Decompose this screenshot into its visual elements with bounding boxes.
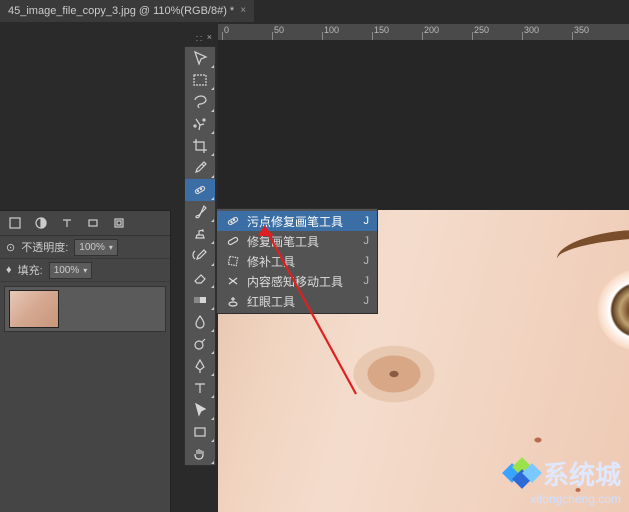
- close-icon[interactable]: ×: [240, 0, 246, 22]
- opacity-value-dropdown[interactable]: 100%▾: [74, 239, 118, 256]
- document-tab-title: 45_image_file_copy_3.jpg @ 110%(RGB/8#) …: [8, 0, 234, 22]
- chevron-down-icon: ▾: [83, 266, 87, 275]
- pen-tool[interactable]: [185, 355, 215, 377]
- plus-eye-icon: [225, 293, 241, 309]
- shape-filter-icon[interactable]: [82, 214, 104, 232]
- image-detail-eyebrow: [555, 225, 629, 264]
- lasso-tool[interactable]: [185, 91, 215, 113]
- rectangle-tool[interactable]: [185, 421, 215, 443]
- eyedropper-tool[interactable]: [185, 157, 215, 179]
- path-selection-tool[interactable]: [185, 399, 215, 421]
- clone-stamp-tool[interactable]: [185, 223, 215, 245]
- lock-icon[interactable]: ♦: [6, 264, 12, 276]
- grip-icon: ∷: [196, 34, 200, 45]
- patch-icon: [225, 253, 241, 269]
- hand-tool[interactable]: [185, 443, 215, 465]
- blur-tool[interactable]: [185, 311, 215, 333]
- adjustment-filter-icon[interactable]: [30, 214, 52, 232]
- move-tool[interactable]: [185, 47, 215, 69]
- annotation-arrow: [252, 218, 372, 408]
- pixel-filter-icon[interactable]: [4, 214, 26, 232]
- smart-filter-icon[interactable]: [108, 214, 130, 232]
- chevron-down-icon: ▾: [109, 243, 113, 252]
- fill-label: 填充:: [18, 262, 43, 278]
- toolbox: [184, 46, 216, 466]
- eraser-tool[interactable]: [185, 267, 215, 289]
- horizontal-type-tool[interactable]: [185, 377, 215, 399]
- brush-tool[interactable]: [185, 201, 215, 223]
- panel-tab-icons: [0, 211, 170, 236]
- watermark: 系统城 xitongcheng.com: [505, 455, 621, 506]
- watermark-url: xitongcheng.com: [530, 492, 621, 506]
- collapse-icon[interactable]: ×: [207, 32, 212, 42]
- type-filter-icon[interactable]: [56, 214, 78, 232]
- watermark-logo-icon: [505, 460, 539, 488]
- layers-panel: ⊙ 不透明度: 100%▾ ♦ 填充: 100%▾: [0, 210, 171, 512]
- eye-icon[interactable]: ⊙: [6, 241, 15, 254]
- bandage-icon: [225, 233, 241, 249]
- gradient-tool[interactable]: [185, 289, 215, 311]
- history-brush-tool[interactable]: [185, 245, 215, 267]
- dodge-tool[interactable]: [185, 333, 215, 355]
- document-tab[interactable]: 45_image_file_copy_3.jpg @ 110%(RGB/8#) …: [0, 0, 254, 22]
- panel-grip[interactable]: ∷ ×: [186, 34, 210, 44]
- spot-healing-brush-tool[interactable]: [185, 179, 215, 201]
- watermark-title: 系统城: [543, 455, 621, 492]
- opacity-label: 不透明度:: [21, 239, 68, 255]
- bandage-dots-icon: [225, 213, 241, 229]
- crop-tool[interactable]: [185, 135, 215, 157]
- canvas-empty-area: [218, 40, 629, 210]
- fill-value-dropdown[interactable]: 100%▾: [49, 262, 93, 279]
- layer-thumbnail: [9, 290, 59, 328]
- horizontal-ruler: 0 50 100 150 200 250 300 350: [218, 24, 629, 41]
- layer-row[interactable]: [4, 286, 166, 332]
- quick-selection-tool[interactable]: [185, 113, 215, 135]
- rectangular-marquee-tool[interactable]: [185, 69, 215, 91]
- arrows-cross-icon: [225, 273, 241, 289]
